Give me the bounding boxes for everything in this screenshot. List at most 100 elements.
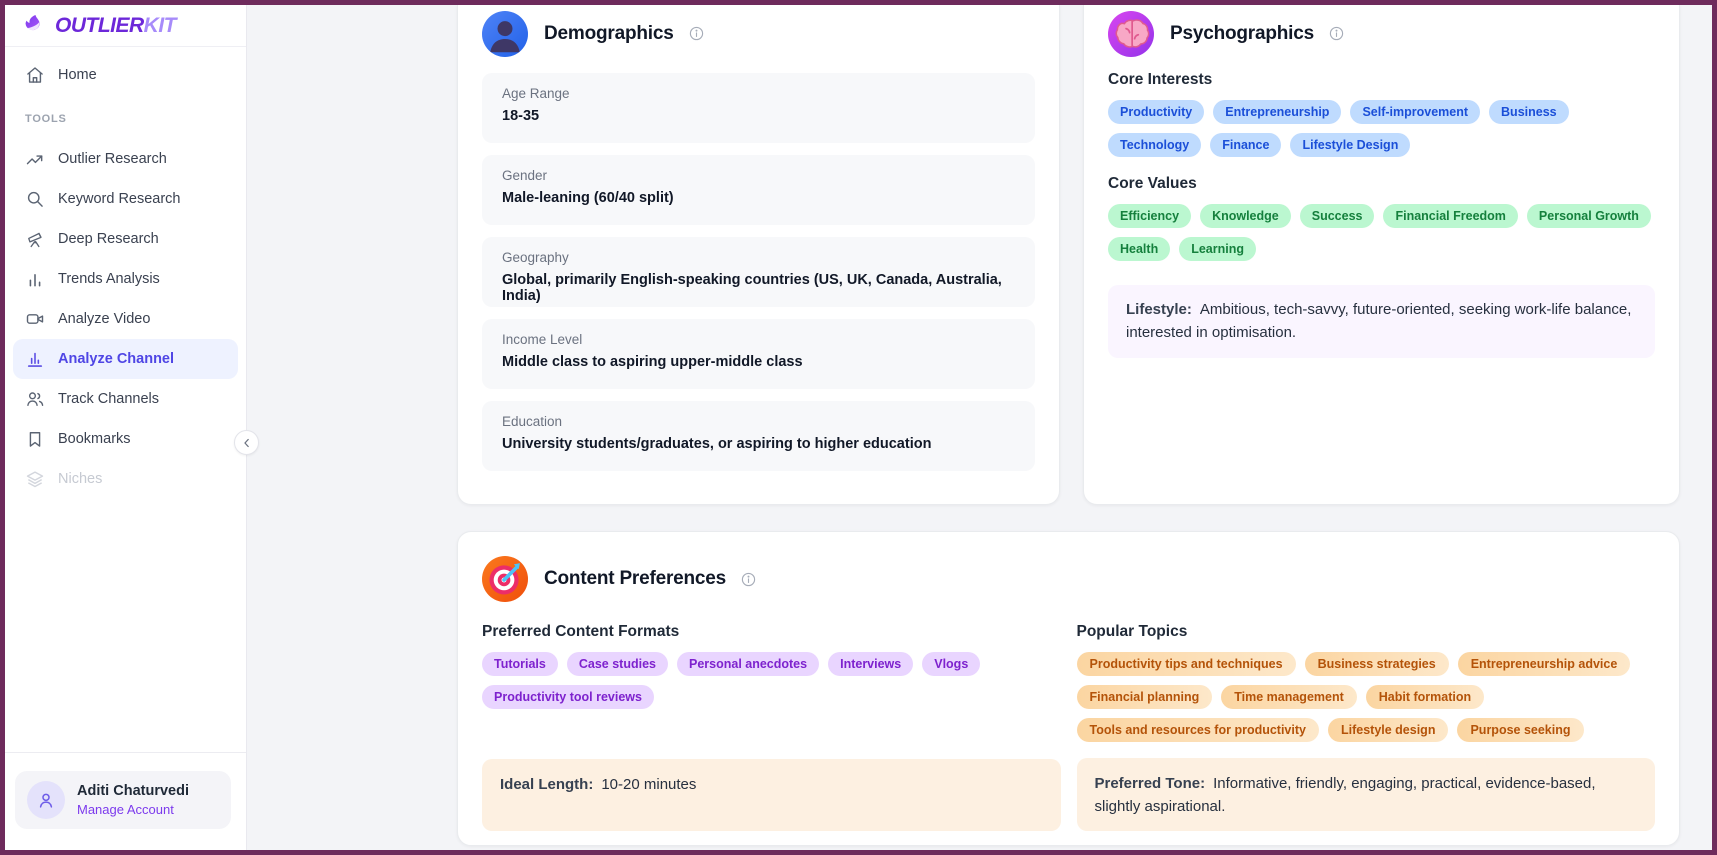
sidebar-item-outlier-research[interactable]: Outlier Research bbox=[5, 139, 246, 179]
sidebar-item-keyword-research[interactable]: Keyword Research bbox=[5, 179, 246, 219]
lifestyle-text: Ambitious, tech-savvy, future-oriented, … bbox=[1126, 301, 1631, 341]
users-icon bbox=[25, 389, 45, 409]
manage-account-link[interactable]: Manage Account bbox=[77, 802, 189, 817]
sidebar-collapse-button[interactable] bbox=[234, 430, 259, 455]
topics-heading: Popular Topics bbox=[1077, 623, 1188, 641]
bookmark-icon bbox=[25, 429, 45, 449]
topics-chips: Productivity tips and techniques Business… bbox=[1077, 652, 1656, 742]
avatar bbox=[27, 781, 65, 819]
chip-habit-formation: Habit formation bbox=[1366, 685, 1484, 709]
chip-learning: Learning bbox=[1179, 237, 1256, 261]
demographics-card: Demographics Age Range 18-35 Gender Male-le… bbox=[457, 5, 1060, 505]
card-title: Content Preferences bbox=[544, 568, 726, 590]
sidebar: OUTLIERKIT Home TOOLS Outlier Research Ke… bbox=[5, 5, 247, 850]
field-value: 18-35 bbox=[502, 108, 1015, 124]
content-preferences-header: Content Preferences bbox=[458, 532, 1679, 602]
field-label: Geography bbox=[502, 250, 1015, 265]
video-camera-icon bbox=[25, 309, 45, 329]
chip-lifestyle-design: Lifestyle Design bbox=[1290, 133, 1410, 157]
chip-success: Success bbox=[1300, 204, 1375, 228]
flame-icon bbox=[21, 13, 47, 39]
sidebar-item-label: Analyze Video bbox=[58, 311, 150, 327]
chip-health: Health bbox=[1108, 237, 1170, 261]
lifestyle-label: Lifestyle: bbox=[1126, 301, 1192, 318]
psychographics-header: Psychographics bbox=[1084, 5, 1679, 57]
chip-entrepreneurship: Entrepreneurship bbox=[1213, 100, 1341, 124]
search-icon bbox=[25, 189, 45, 209]
field-income-level: Income Level Middle class to aspiring upp… bbox=[482, 319, 1035, 389]
chip-knowledge: Knowledge bbox=[1200, 204, 1291, 228]
demographics-user-icon bbox=[482, 11, 528, 57]
field-label: Age Range bbox=[502, 86, 1015, 101]
info-icon[interactable] bbox=[688, 25, 705, 42]
sidebar-item-bookmarks[interactable]: Bookmarks bbox=[5, 419, 246, 459]
preferred-tone-label: Preferred Tone: bbox=[1095, 775, 1206, 792]
info-icon[interactable] bbox=[740, 571, 757, 588]
formats-column: Preferred Content Formats TutorialsCase … bbox=[482, 623, 1061, 831]
user-name: Aditi Chaturvedi bbox=[77, 783, 189, 799]
chip-productivity-tips-and-techniques: Productivity tips and techniques bbox=[1077, 652, 1296, 676]
target-icon bbox=[482, 556, 528, 602]
sidebar-item-niches: Niches bbox=[5, 459, 246, 499]
chevron-left-icon bbox=[240, 436, 254, 450]
field-label: Income Level bbox=[502, 332, 1015, 347]
core-interests-heading: Core Interests bbox=[1108, 71, 1655, 89]
brain-icon bbox=[1108, 11, 1154, 57]
field-age-range: Age Range 18-35 bbox=[482, 73, 1035, 143]
chip-time-management: Time management bbox=[1221, 685, 1357, 709]
sidebar-item-trends-analysis[interactable]: Trends Analysis bbox=[5, 259, 246, 299]
ideal-length-text: 10-20 minutes bbox=[601, 776, 696, 793]
sidebar-item-home[interactable]: Home bbox=[5, 59, 246, 91]
content-preferences-body: Preferred Content Formats TutorialsCase … bbox=[458, 602, 1679, 847]
chip-self-improvement: Self-improvement bbox=[1350, 100, 1480, 124]
chip-business-strategies: Business strategies bbox=[1305, 652, 1449, 676]
demographics-header: Demographics bbox=[458, 5, 1059, 57]
sidebar-item-label: Track Channels bbox=[58, 391, 159, 407]
field-value: Male-leaning (60/40 split) bbox=[502, 190, 1015, 206]
sidebar-item-label: Deep Research bbox=[58, 231, 159, 247]
chip-case-studies: Case studies bbox=[567, 652, 668, 676]
field-label: Education bbox=[502, 414, 1015, 429]
formats-chips: TutorialsCase studiesPersonal anecdotesI… bbox=[482, 652, 1061, 709]
content-preferences-card: Content Preferences Preferred Content Fo… bbox=[457, 531, 1680, 846]
field-value: Middle class to aspiring upper-middle cl… bbox=[502, 354, 1015, 370]
home-icon bbox=[25, 65, 45, 85]
field-education: Education University students/graduates, … bbox=[482, 401, 1035, 471]
sidebar-item-label: Trends Analysis bbox=[58, 271, 160, 287]
sidebar-item-analyze-video[interactable]: Analyze Video bbox=[5, 299, 246, 339]
field-gender: Gender Male-leaning (60/40 split) bbox=[482, 155, 1035, 225]
ideal-length-label: Ideal Length: bbox=[500, 776, 593, 793]
chip-business: Business bbox=[1489, 100, 1569, 124]
sidebar-item-track-channels[interactable]: Track Channels bbox=[5, 379, 246, 419]
chip-technology: Technology bbox=[1108, 133, 1201, 157]
sidebar-item-label: Bookmarks bbox=[58, 431, 131, 447]
field-label: Gender bbox=[502, 168, 1015, 183]
chip-vlogs: Vlogs bbox=[922, 652, 980, 676]
chip-financial-freedom: Financial Freedom bbox=[1383, 204, 1517, 228]
sidebar-section-label: TOOLS bbox=[25, 113, 246, 125]
sidebar-item-label: Outlier Research bbox=[58, 151, 167, 167]
chip-efficiency: Efficiency bbox=[1108, 204, 1191, 228]
layers-icon bbox=[25, 469, 45, 489]
field-geography: GeographyGlobal, primarily English-speak… bbox=[482, 237, 1035, 307]
formats-heading: Preferred Content Formats bbox=[482, 623, 679, 641]
column-chart-icon bbox=[25, 349, 45, 369]
sidebar-item-analyze-channel[interactable]: Analyze Channel bbox=[13, 339, 238, 379]
brand-logo[interactable]: OUTLIERKIT bbox=[5, 5, 246, 47]
trending-up-icon bbox=[25, 149, 45, 169]
field-value: University students/graduates, or aspiri… bbox=[502, 436, 1015, 452]
sidebar-item-label: Niches bbox=[58, 471, 102, 487]
card-title: Psychographics bbox=[1170, 23, 1314, 45]
sidebar-item-label: Keyword Research bbox=[58, 191, 181, 207]
info-icon[interactable] bbox=[1328, 25, 1345, 42]
sidebar-item-deep-research[interactable]: Deep Research bbox=[5, 219, 246, 259]
psychographics-body: Core Interests ProductivityEntrepreneurs… bbox=[1084, 57, 1679, 358]
preferred-tone-note: Preferred Tone:Informative, friendly, en… bbox=[1077, 758, 1656, 832]
demographics-fields: Age Range 18-35 Gender Male-leaning (60/40 … bbox=[458, 57, 1059, 471]
chip-productivity-tool-reviews: Productivity tool reviews bbox=[482, 685, 654, 709]
user-account-card[interactable]: Aditi Chaturvedi Manage Account bbox=[15, 771, 231, 829]
bar-chart-icon bbox=[25, 269, 45, 289]
chip-interviews: Interviews bbox=[828, 652, 913, 676]
lifestyle-note: Lifestyle:Ambitious, tech-savvy, future-… bbox=[1108, 285, 1655, 358]
core-values-chips: Efficiency Knowledge Success Financial Free… bbox=[1108, 204, 1655, 261]
